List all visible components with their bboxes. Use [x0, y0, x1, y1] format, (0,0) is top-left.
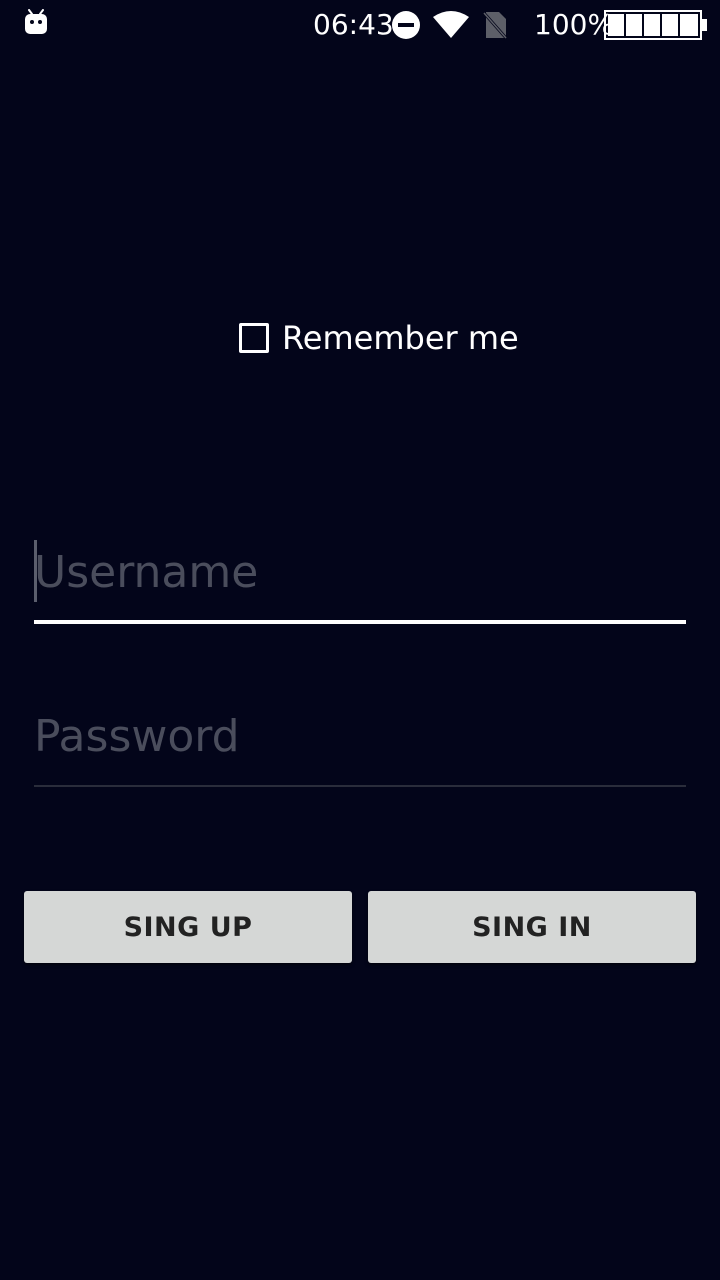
battery-percent: 100%	[534, 8, 615, 41]
status-time: 06:43	[313, 8, 394, 41]
status-bar: 06:43 100%	[0, 0, 720, 50]
sign-up-button[interactable]: SING UP	[24, 891, 352, 963]
do-not-disturb-icon	[392, 11, 420, 39]
remember-me-checkbox[interactable]	[239, 323, 269, 353]
remember-me-option[interactable]: Remember me	[239, 320, 519, 356]
battery-icon	[604, 10, 707, 40]
wifi-icon	[433, 11, 469, 38]
password-field-container	[34, 706, 686, 787]
text-cursor	[34, 540, 37, 602]
username-input[interactable]	[34, 542, 686, 602]
no-sim-icon	[482, 12, 508, 39]
username-underline	[34, 620, 686, 624]
password-input[interactable]	[34, 706, 686, 766]
sign-in-button[interactable]: SING IN	[368, 891, 696, 963]
remember-me-label: Remember me	[282, 319, 519, 357]
password-underline	[34, 785, 686, 787]
android-icon	[25, 9, 47, 34]
login-screen: 06:43 100% Remember me Username SING UP …	[0, 0, 720, 1280]
username-field-container	[34, 540, 686, 624]
